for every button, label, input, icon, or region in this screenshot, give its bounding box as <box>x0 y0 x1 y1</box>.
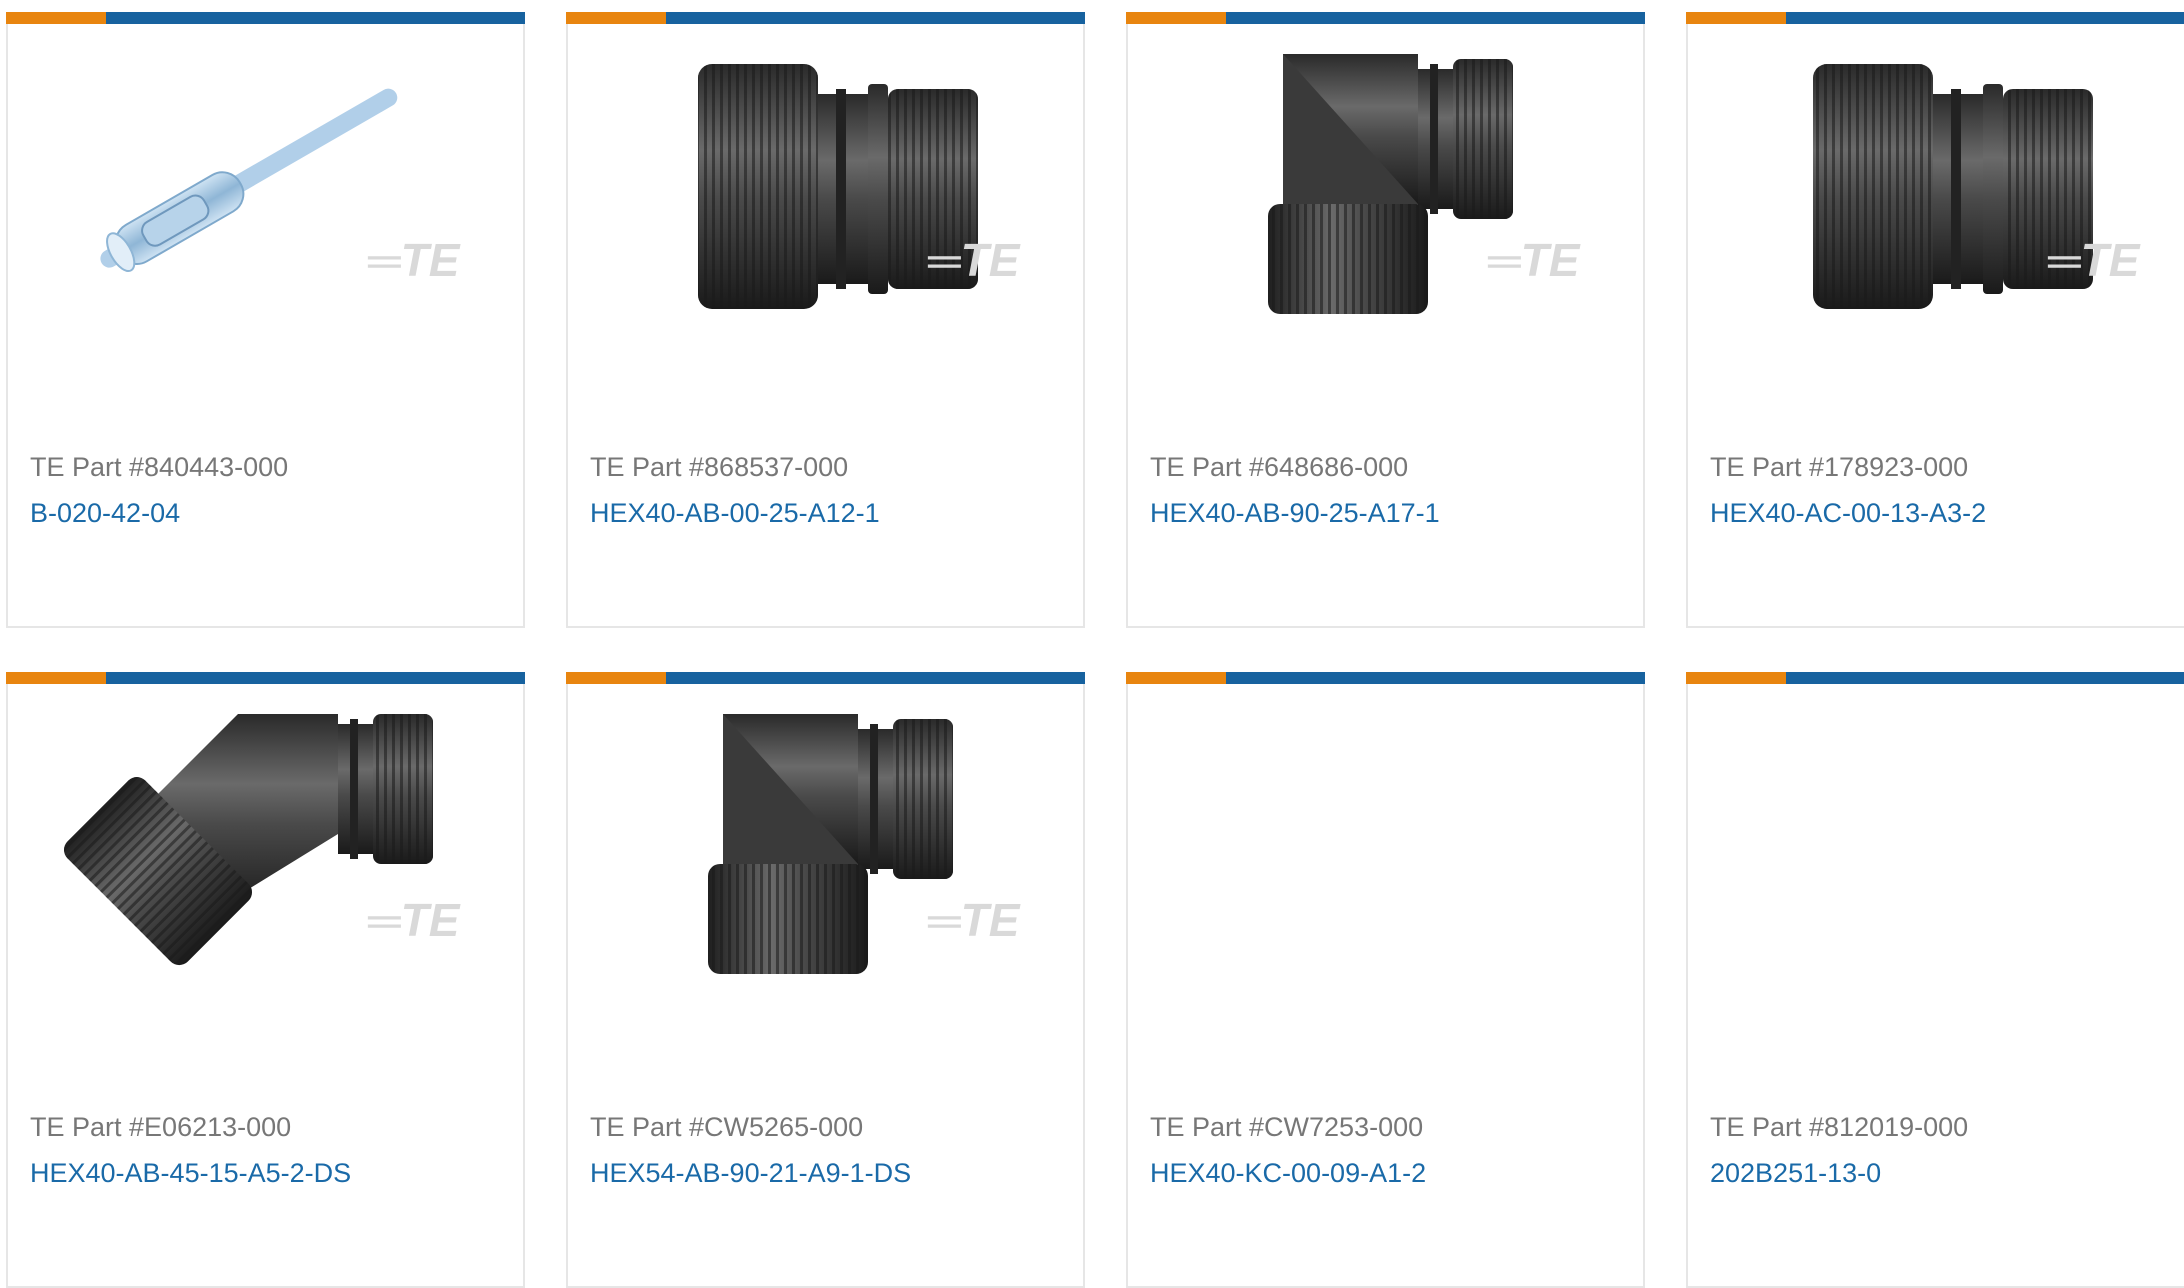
right-angle-connector-icon <box>1268 54 1513 314</box>
product-name-link[interactable]: B-020-42-04 <box>30 498 180 529</box>
card-accent-bar <box>6 12 525 24</box>
card-accent-bar <box>1126 12 1645 24</box>
product-name-link[interactable]: HEX40-AB-90-25-A17-1 <box>1150 498 1440 529</box>
product-image[interactable]: ═TE <box>1688 24 2184 384</box>
product-name-link[interactable]: HEX54-AB-90-21-A9-1-DS <box>590 1158 911 1189</box>
part-number: TE Part #178923-000 <box>1710 452 1969 482</box>
card-accent-bar <box>6 672 525 684</box>
product-card[interactable]: TE Part #CW7253-000 HEX40-KC-00-09-A1-2 <box>1126 672 1645 1288</box>
product-name-link[interactable]: HEX40-AC-00-13-A3-2 <box>1710 498 1986 529</box>
product-name-link[interactable]: HEX40-KC-00-09-A1-2 <box>1150 1158 1426 1189</box>
part-number: TE Part #812019-000 <box>1710 1112 1969 1142</box>
part-number: TE Part #840443-000 <box>30 452 289 482</box>
card-accent-bar <box>566 12 1085 24</box>
heat-shrink-sleeve-icon <box>100 88 398 272</box>
right-angle-connector-icon <box>708 714 953 974</box>
card-accent-bar <box>1126 672 1645 684</box>
product-image[interactable]: ═TE <box>568 684 1083 1044</box>
product-name-link[interactable]: HEX40-AB-45-15-A5-2-DS <box>30 1158 351 1189</box>
product-image[interactable]: ═TE <box>1128 24 1643 384</box>
te-watermark: ═TE <box>367 234 461 286</box>
card-accent-bar <box>1686 672 2184 684</box>
product-card[interactable]: TE Part #812019-000 202B251-13-0 <box>1686 672 2184 1288</box>
product-name-link[interactable]: HEX40-AB-00-25-A12-1 <box>590 498 880 529</box>
part-number: TE Part #E06213-000 <box>30 1112 292 1142</box>
product-image[interactable]: ═TE <box>8 684 523 1044</box>
product-image-empty <box>1688 684 2184 1044</box>
part-number: TE Part #648686-000 <box>1150 452 1409 482</box>
part-number: TE Part #CW7253-000 <box>1150 1112 1424 1142</box>
product-card[interactable]: ═TE TE Part #E06213-000 HEX40-AB-45-15-A… <box>6 672 525 1288</box>
te-watermark: ═TE <box>927 234 1021 286</box>
part-number: TE Part #868537-000 <box>590 452 849 482</box>
product-image[interactable]: ═TE <box>8 24 523 384</box>
product-card[interactable]: ═TE TE Part #CW5265-000 HEX54-AB-90-21-A… <box>566 672 1085 1288</box>
product-card[interactable]: ═TE TE Part #868537-000 HEX40-AB-00-25-A… <box>566 12 1085 628</box>
product-image[interactable]: ═TE <box>568 24 1083 384</box>
product-card[interactable]: ═TE TE Part #840443-000 B-020-42-04 <box>6 12 525 628</box>
product-grid: ═TE TE Part #840443-000 B-020-42-04 ═TE <box>0 0 2184 1288</box>
product-name-link[interactable]: 202B251-13-0 <box>1710 1158 1881 1189</box>
card-accent-bar <box>1686 12 2184 24</box>
te-watermark: ═TE <box>927 894 1021 946</box>
card-accent-bar <box>566 672 1085 684</box>
te-watermark: ═TE <box>367 894 461 946</box>
te-watermark: ═TE <box>2047 234 2141 286</box>
product-card[interactable]: ═TE TE Part #178923-000 HEX40-AC-00-13-A… <box>1686 12 2184 628</box>
part-number: TE Part #CW5265-000 <box>590 1112 864 1142</box>
product-image-empty <box>1128 684 1643 1044</box>
te-watermark: ═TE <box>1487 234 1581 286</box>
product-card[interactable]: ═TE TE Part #648686-000 HEX40-AB-90-25-A… <box>1126 12 1645 628</box>
